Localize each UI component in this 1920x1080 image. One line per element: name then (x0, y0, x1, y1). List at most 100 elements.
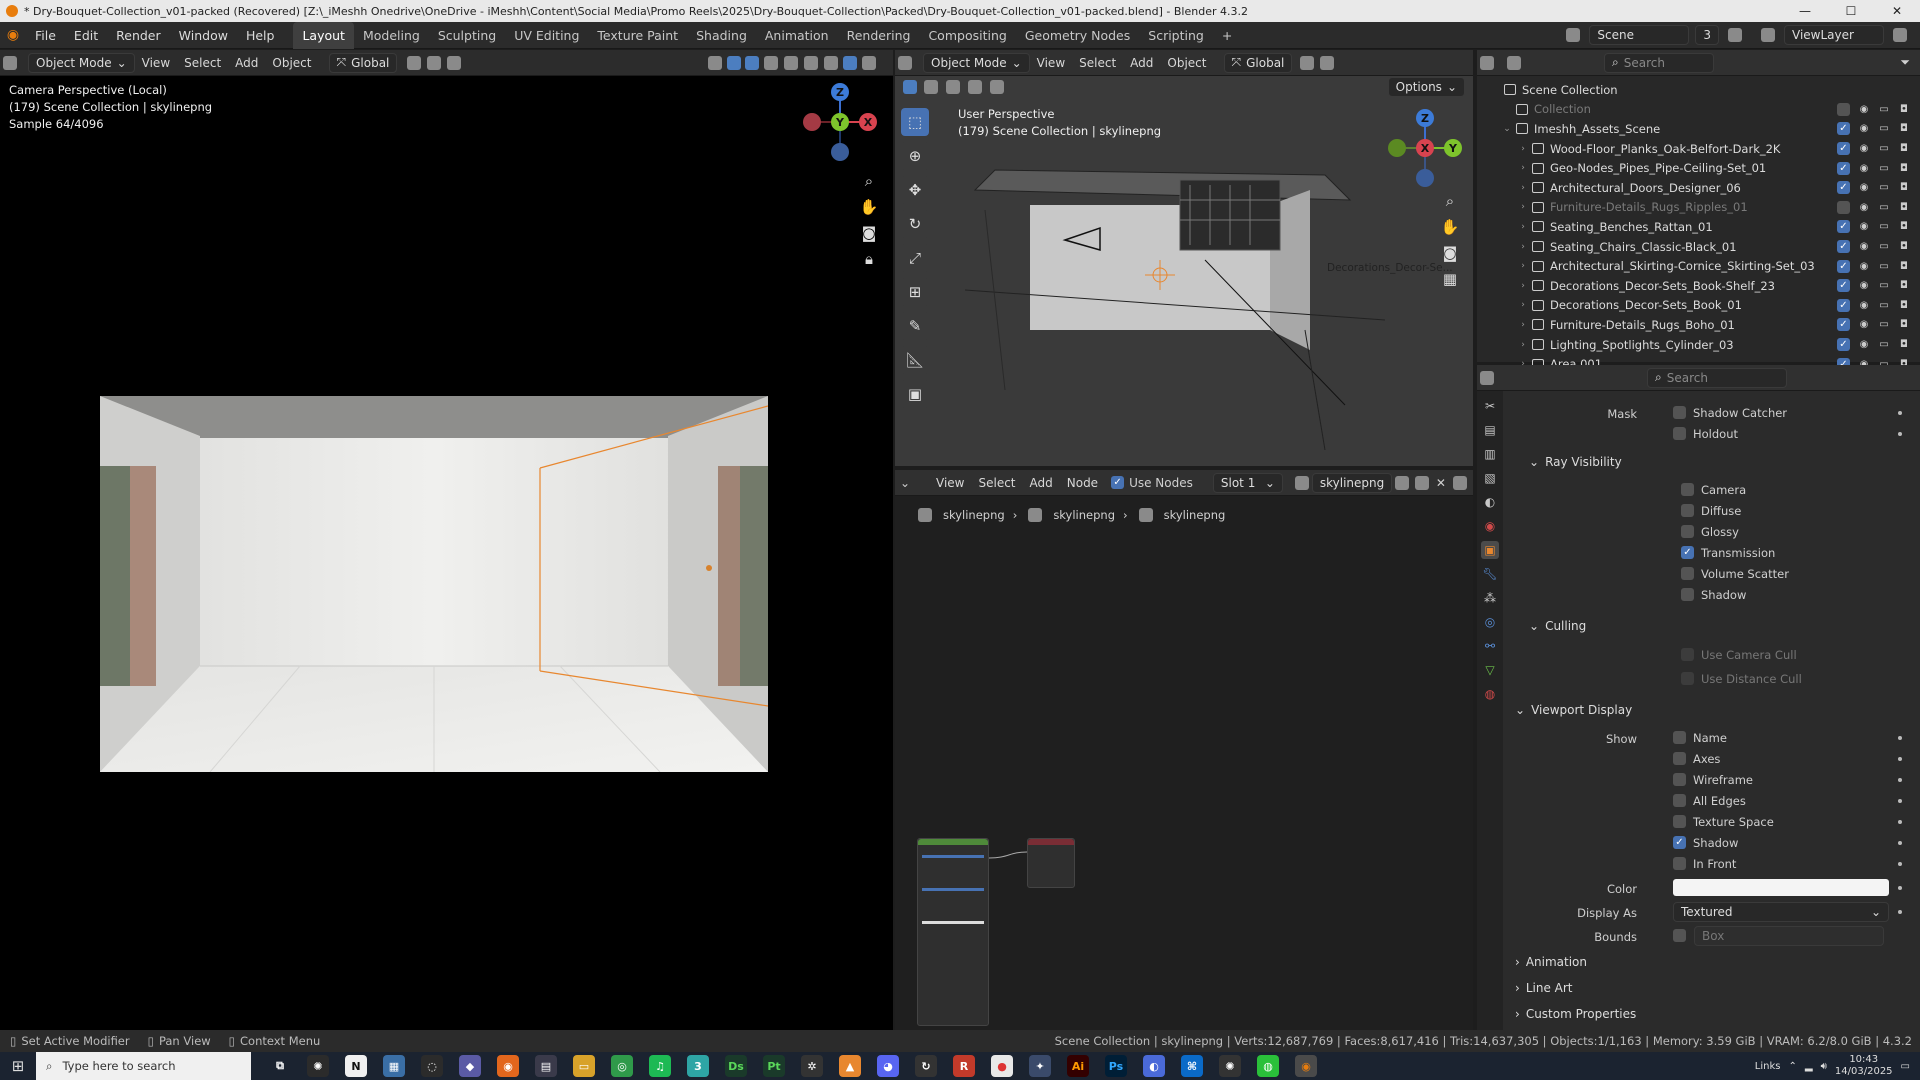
ray-visibility-checkbox[interactable] (1681, 483, 1694, 496)
store-app-icon[interactable]: ▦ (383, 1055, 405, 1077)
properties-search[interactable]: ⌕ Search (1647, 367, 1787, 388)
left-orientation-dropdown[interactable]: ⤧ Global (328, 52, 398, 73)
lock-icon[interactable]: 🔒︎ (856, 246, 882, 272)
expand-right-icon[interactable]: › (1517, 261, 1529, 271)
right-mode-dropdown[interactable]: Object Mode ⌄ (923, 52, 1030, 73)
view-layer-field[interactable]: ViewLayer (1784, 25, 1884, 45)
show-option-row[interactable]: ✓ Shadow (1673, 832, 1738, 853)
render-camera-icon[interactable]: ◘ (1898, 123, 1910, 135)
app-icon-14[interactable]: ✲ (801, 1055, 823, 1077)
snap-icon-2[interactable] (1300, 55, 1315, 70)
editor-type-icon-2[interactable] (898, 55, 912, 70)
output-tab-icon[interactable]: ▥ (1481, 445, 1499, 463)
render-camera-icon[interactable]: ◘ (1898, 241, 1910, 253)
right-nav-gizmo[interactable]: Z Y X (1385, 108, 1465, 188)
exclude-checkbox[interactable]: ✓ (1837, 318, 1850, 332)
exclude-checkbox[interactable]: ✓ (1837, 259, 1850, 273)
use-distance-cull-checkbox[interactable] (1681, 672, 1694, 685)
gizmo-neg-y-icon[interactable] (1388, 139, 1406, 157)
show-option-checkbox[interactable] (1673, 794, 1686, 807)
keyframe-dot-color[interactable] (1898, 886, 1902, 890)
select-invert-icon[interactable] (968, 80, 982, 94)
gizmo-neg-x-icon[interactable] (803, 113, 821, 131)
keyframe-dot[interactable] (1898, 820, 1902, 824)
viewport-monitor-icon[interactable]: ▭ (1878, 123, 1890, 135)
node-menu-select[interactable]: Select (971, 476, 1022, 490)
display-mode-icon[interactable] (1507, 55, 1521, 70)
exclude-checkbox[interactable] (1837, 102, 1850, 116)
eye-icon[interactable]: ◉ (1858, 241, 1870, 253)
tool-tab-icon[interactable]: ✂ (1481, 397, 1499, 415)
filter-icon[interactable]: ⏷ (1900, 55, 1910, 70)
scene-users-count[interactable]: 3 (1695, 25, 1719, 45)
camera-view-icon[interactable]: ◙ (856, 220, 882, 246)
world-tab-icon[interactable]: ◉ (1481, 517, 1499, 535)
outliner-row[interactable]: › Wood-Floor_Planks_Oak-Belfort-Dark_2K ✓ ◉… (1501, 139, 1920, 159)
shading-solid-icon[interactable] (804, 55, 818, 70)
pan-hand-icon[interactable]: ✋ (856, 194, 882, 220)
select-box-tool-icon[interactable]: ⬚ (901, 108, 929, 136)
tab-texture-paint[interactable]: Texture Paint (588, 22, 687, 49)
select-subtract-icon[interactable] (946, 80, 960, 94)
outliner-row[interactable]: › Furniture-Details_Rugs_Boho_01 ✓ ◉ ▭ ◘ (1501, 315, 1920, 335)
outliner-search[interactable]: ⌕ Search (1604, 52, 1714, 73)
display-as-dropdown[interactable]: Textured ⌄ (1673, 902, 1889, 922)
exclude-checkbox[interactable]: ✓ (1837, 142, 1850, 156)
eye-icon[interactable]: ◉ (1858, 182, 1870, 194)
bounds-row[interactable]: Box (1673, 925, 1884, 946)
outliner-row[interactable]: › Furniture-Details_Rugs_Ripples_01 ◉ ▭ ◘ (1501, 198, 1920, 218)
outliner-row[interactable]: › Geo-Nodes_Pipes_Pipe-Ceiling-Set_01 ✓ ◉ ▭ ◘ (1501, 158, 1920, 178)
keyframe-dot[interactable] (1898, 411, 1902, 415)
proportional-edit-icon[interactable] (447, 55, 462, 70)
pan-hand-icon-2[interactable]: ✋ (1437, 214, 1463, 240)
viewport-monitor-icon[interactable]: ▭ (1878, 221, 1890, 233)
use-distance-cull-row[interactable]: Use Distance Cull (1681, 668, 1802, 689)
tab-modeling[interactable]: Modeling (354, 22, 429, 49)
expand-right-icon[interactable]: › (1517, 242, 1529, 252)
principled-bsdf-node[interactable] (917, 838, 989, 1026)
eye-icon[interactable]: ◉ (1858, 339, 1870, 351)
eye-icon[interactable]: ◉ (1858, 103, 1870, 115)
show-option-row[interactable]: Axes (1673, 748, 1720, 769)
viewport-monitor-icon[interactable]: ▭ (1878, 143, 1890, 155)
chrome-app-icon[interactable]: ◎ (611, 1055, 633, 1077)
breadcrumb-mesh[interactable]: skylinepng (1053, 508, 1115, 522)
ray-visibility-row[interactable]: ✓ Transmission (1681, 542, 1775, 563)
expand-right-icon[interactable]: › (1517, 144, 1529, 154)
firefox-app-icon[interactable]: ◉ (497, 1055, 519, 1077)
expand-right-icon[interactable]: › (1517, 183, 1529, 193)
holdout-row[interactable]: Holdout (1673, 423, 1738, 444)
material-tab-icon[interactable]: ◍ (1481, 685, 1499, 703)
render-camera-icon[interactable]: ◘ (1898, 162, 1910, 174)
exclude-checkbox[interactable] (1837, 200, 1850, 214)
eye-icon[interactable]: ◉ (1858, 201, 1870, 213)
gizmo-x-icon[interactable]: X (859, 113, 877, 131)
expand-right-icon[interactable]: › (1517, 202, 1529, 212)
visibility-icon[interactable] (708, 55, 722, 70)
gizmo-z-icon[interactable]: Z (831, 83, 849, 101)
collapse-chevron-icon[interactable]: ⌄ (895, 476, 915, 490)
ray-visibility-checkbox[interactable]: ✓ (1681, 546, 1694, 559)
volume-icon[interactable]: 🔊︎ (1821, 1061, 1827, 1072)
maximize-icon[interactable]: ☐ (1828, 4, 1874, 18)
eye-icon[interactable]: ◉ (1858, 123, 1870, 135)
app-icon-5[interactable]: ◆ (459, 1055, 481, 1077)
show-option-checkbox[interactable] (1673, 752, 1686, 765)
render-camera-icon[interactable]: ◘ (1898, 280, 1910, 292)
gizmo-y-icon-2[interactable]: Y (1444, 139, 1462, 157)
shading-rendered-icon[interactable] (843, 55, 857, 70)
ray-visibility-checkbox[interactable] (1681, 588, 1694, 601)
zoom-icon-2[interactable]: ⌕ (1437, 188, 1463, 214)
material-output-node[interactable] (1027, 838, 1075, 888)
cursor-tool-icon[interactable]: ⊕ (901, 142, 929, 170)
app-icon-25[interactable]: ✺ (1219, 1055, 1241, 1077)
tab-uv-editing[interactable]: UV Editing (505, 22, 588, 49)
menu-file[interactable]: File (26, 22, 65, 49)
left-menu-view[interactable]: View (135, 56, 177, 70)
menu-window[interactable]: Window (170, 22, 237, 49)
node-menu-view[interactable]: View (929, 476, 971, 490)
use-nodes-checkbox[interactable]: ✓ (1111, 476, 1125, 489)
viewport-monitor-icon[interactable]: ▭ (1878, 182, 1890, 194)
render-camera-icon[interactable]: ◘ (1898, 221, 1910, 233)
tab-sculpting[interactable]: Sculpting (429, 22, 505, 49)
